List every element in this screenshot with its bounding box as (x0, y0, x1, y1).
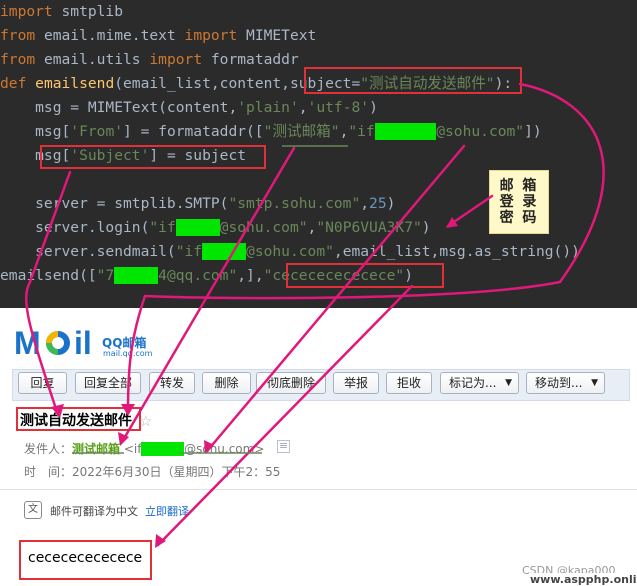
arrowhead (155, 534, 166, 548)
arrowhead (204, 440, 214, 454)
arrow-body (156, 284, 414, 547)
arrow-subject-to-title (126, 82, 605, 414)
arrowhead (446, 217, 458, 228)
annotation-overlay (24, 82, 605, 548)
arrow-code-loop (24, 170, 72, 417)
arrowhead (121, 404, 135, 416)
